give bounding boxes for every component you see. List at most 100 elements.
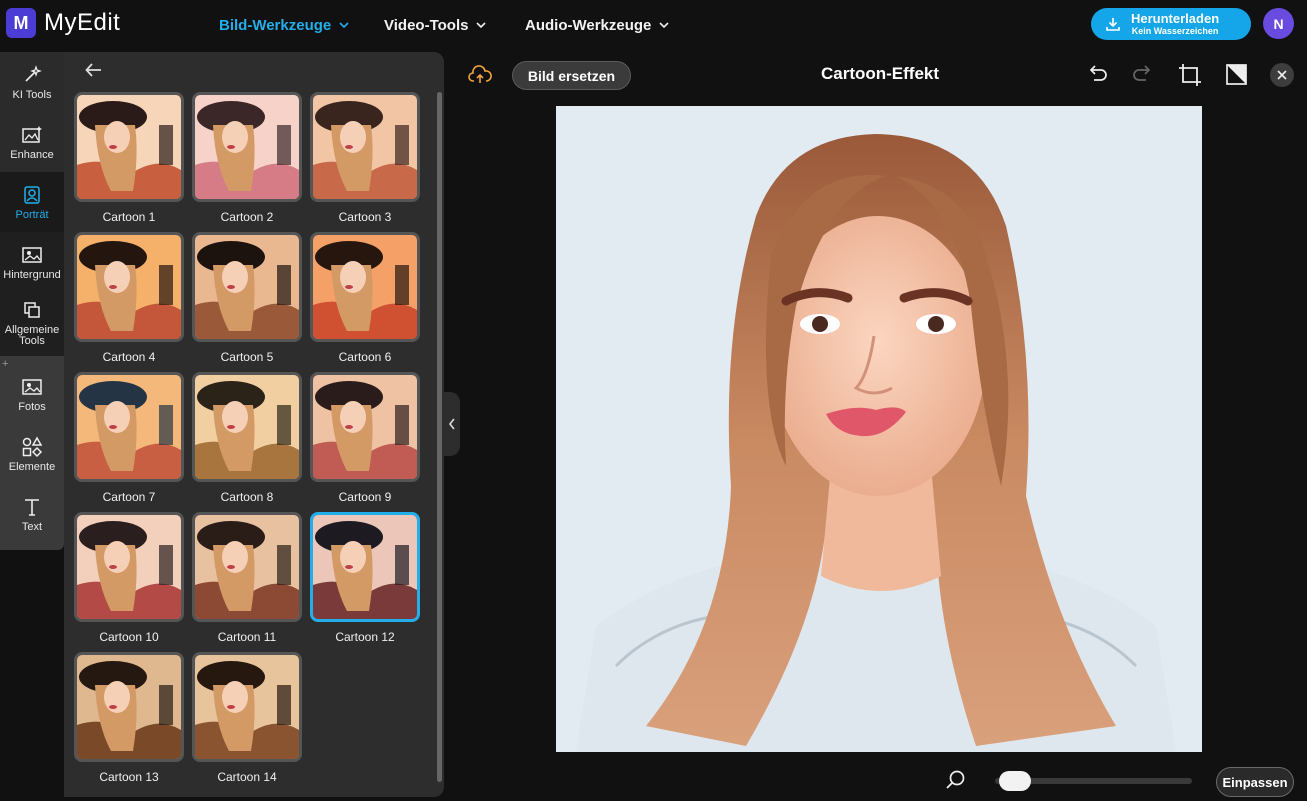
preset-label: Cartoon 6 [338, 350, 392, 364]
portrait-icon [24, 186, 40, 204]
replace-image-button[interactable]: Bild ersetzen [512, 61, 631, 90]
nav-label: Video-Tools [384, 16, 469, 34]
chevron-down-icon [476, 22, 487, 29]
preset-tile[interactable]: Cartoon 2 [192, 92, 302, 224]
preset-thumbnail [192, 372, 302, 482]
preset-tile[interactable]: Cartoon 6 [310, 232, 420, 364]
download-sublabel: Kein Wasserzeichen [1131, 26, 1219, 36]
preset-thumbnail [310, 512, 420, 622]
crop-icon[interactable] [1177, 62, 1203, 88]
preset-thumbnail [192, 232, 302, 342]
preset-preview-image [313, 375, 417, 479]
preset-preview-image [77, 515, 181, 619]
preset-label: Cartoon 4 [102, 350, 156, 364]
cloud-upload-icon[interactable] [468, 64, 492, 86]
undo-icon[interactable] [1086, 62, 1110, 86]
background-icon [22, 247, 42, 263]
nav-label: Audio-Werkzeuge [525, 16, 652, 34]
preset-thumbnail [310, 372, 420, 482]
zoom-slider-thumb[interactable] [999, 771, 1031, 791]
preset-label: Cartoon 5 [220, 350, 274, 364]
panel-scrollbar[interactable] [437, 92, 442, 782]
rail-label: Text [21, 521, 43, 533]
image-canvas[interactable] [556, 106, 1202, 752]
preset-tile[interactable]: Cartoon 5 [192, 232, 302, 364]
preset-thumbnail [74, 92, 184, 202]
preset-thumbnail [310, 232, 420, 342]
back-arrow-icon[interactable] [84, 60, 104, 80]
user-avatar[interactable]: N [1263, 8, 1294, 39]
preset-label: Cartoon 14 [217, 770, 277, 784]
nav-bild-werkzeuge[interactable]: Bild-Werkzeuge [219, 0, 349, 50]
rail-item-enhance[interactable]: Enhance [0, 112, 64, 172]
cartoon-portrait-image [556, 106, 1202, 752]
redo-icon[interactable] [1130, 62, 1154, 86]
preset-preview-image [313, 95, 417, 199]
preset-tile[interactable]: Cartoon 4 [74, 232, 184, 364]
preset-label: Cartoon 9 [338, 490, 392, 504]
preset-tile[interactable]: Cartoon 3 [310, 92, 420, 224]
preset-preview-image [195, 235, 299, 339]
close-icon [1277, 70, 1287, 80]
rail-item-fotos[interactable]: Fotos [0, 364, 64, 424]
preset-preview-image [77, 235, 181, 339]
preset-label: Cartoon 12 [335, 630, 395, 644]
logo-mark: M [6, 8, 36, 38]
rail-item-allgemeine-tools[interactable]: Allgemeine Tools [0, 292, 64, 352]
preset-preview-image [313, 235, 417, 339]
fit-button[interactable]: Einpassen [1216, 767, 1294, 797]
preset-preview-image [195, 515, 299, 619]
left-rail: KI Tools Enhance Porträt Hintergrund All… [0, 52, 64, 550]
preset-label: Cartoon 3 [338, 210, 392, 224]
rail-item-ki-tools[interactable]: KI Tools [0, 52, 64, 112]
nav-audio-werkzeuge[interactable]: Audio-Werkzeuge [525, 0, 669, 50]
preset-label: Cartoon 8 [220, 490, 274, 504]
preset-tile[interactable]: Cartoon 13 [74, 652, 184, 784]
rail-item-elemente[interactable]: Elemente [0, 424, 64, 484]
rail-label: Porträt [15, 209, 49, 221]
magic-wand-icon [25, 65, 42, 82]
preset-tile[interactable]: Cartoon 7 [74, 372, 184, 504]
preset-label: Cartoon 7 [102, 490, 156, 504]
preset-thumbnail [74, 512, 184, 622]
elements-icon [22, 436, 43, 458]
app-logo[interactable]: M MyEdit [6, 8, 120, 38]
preset-preview-image [195, 375, 299, 479]
nav-video-tools[interactable]: Video-Tools [384, 0, 487, 50]
chevron-down-icon [339, 22, 349, 29]
rail-label: KI Tools [12, 89, 52, 101]
zoom-icon[interactable] [945, 769, 967, 791]
compare-icon[interactable] [1225, 62, 1249, 88]
preset-tile[interactable]: Cartoon 10 [74, 512, 184, 644]
rail-item-portraet[interactable]: Porträt [0, 172, 64, 232]
download-button[interactable]: Herunterladen Kein Wasserzeichen [1091, 8, 1251, 40]
preset-thumbnail [192, 512, 302, 622]
preset-tile[interactable]: Cartoon 1 [74, 92, 184, 224]
preset-tile[interactable]: Cartoon 11 [192, 512, 302, 644]
preset-tile[interactable]: Cartoon 14 [192, 652, 302, 784]
preset-preview-image [77, 95, 181, 199]
preset-thumbnail [74, 232, 184, 342]
rail-item-hintergrund[interactable]: Hintergrund [0, 232, 64, 292]
rail-label: Enhance [10, 149, 54, 161]
rail-label: Elemente [8, 461, 56, 473]
close-button[interactable] [1270, 63, 1294, 87]
photos-icon [22, 379, 42, 395]
preset-thumbnail [74, 372, 184, 482]
download-icon [1106, 18, 1120, 31]
preset-tile[interactable]: Cartoon 12 [310, 512, 420, 644]
rail-label: Fotos [18, 401, 46, 413]
preset-preview-image [77, 655, 181, 759]
app-name: MyEdit [44, 9, 121, 36]
nav-label: Bild-Werkzeuge [219, 16, 332, 34]
editor-title: Cartoon-Effekt [820, 64, 940, 83]
rail-item-text[interactable]: Text [0, 484, 64, 544]
image-enhance-icon [22, 126, 42, 143]
general-tools-icon [24, 301, 40, 318]
preset-tile[interactable]: Cartoon 9 [310, 372, 420, 504]
preset-tile[interactable]: Cartoon 8 [192, 372, 302, 504]
top-bar: M MyEdit Bild-Werkzeuge Video-Tools Audi… [0, 0, 1307, 50]
collapse-panel-button[interactable] [444, 392, 460, 456]
preset-label: Cartoon 1 [102, 210, 156, 224]
preset-label: Cartoon 10 [99, 630, 159, 644]
